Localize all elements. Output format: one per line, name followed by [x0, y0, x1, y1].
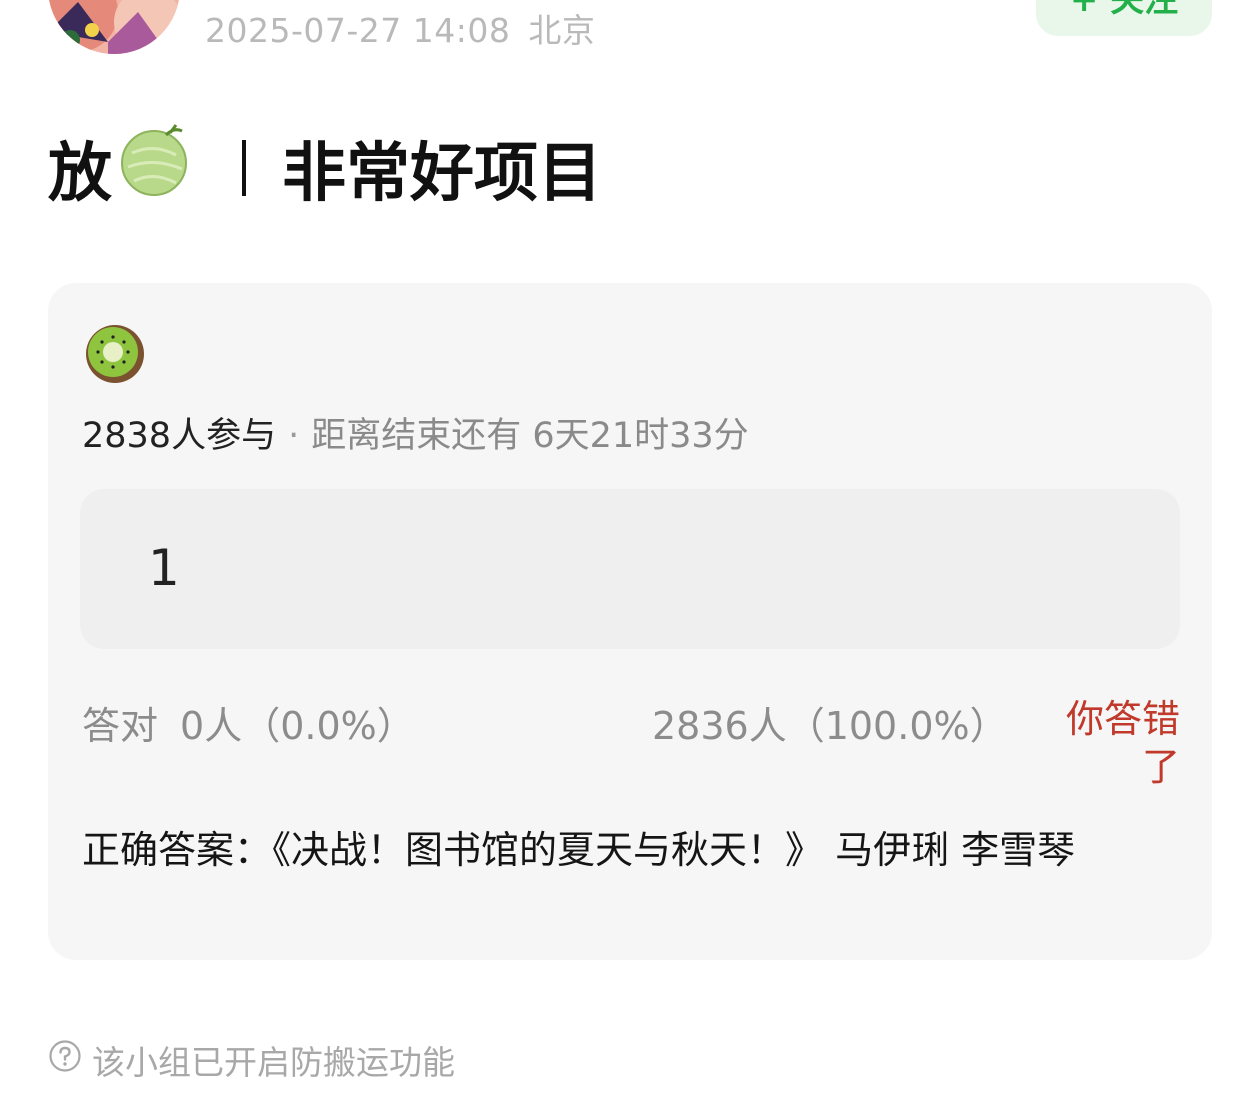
wrong-stat: 2836人（100.0%） [652, 704, 1008, 748]
post-meta: 2025-07-27 14:08 北京 [205, 4, 595, 52]
notice-text: 该小组已开启防搬运功能 [92, 1043, 455, 1082]
user-answer-value: 1 [148, 539, 180, 597]
time-remaining: 距离结束还有 6天21时33分 [311, 416, 749, 456]
separator-dot: · [288, 416, 300, 456]
correct-count: 0人（0.0%） [180, 704, 415, 748]
title-divider [242, 140, 246, 196]
follow-button[interactable]: + 关注 [1036, 0, 1212, 36]
result-message: 你答错了 [1065, 697, 1180, 789]
anti-repost-notice[interactable]: 该小组已开启防搬运功能 [48, 1036, 455, 1084]
correct-stat: 答对 0人（0.0%） [82, 695, 415, 750]
quiz-participants-line: 2838人参与 · 距离结束还有 6天21时33分 [82, 407, 749, 458]
user-answer-box[interactable]: 1 [80, 489, 1180, 649]
avatar-image [48, 0, 180, 54]
help-circle-icon [48, 1039, 82, 1081]
participant-count: 2838人参与 [82, 416, 277, 456]
kiwi-icon [84, 323, 146, 385]
quiz-card: 2838人参与 · 距离结束还有 6天21时33分 1 答对 0人（0.0%） 283… [48, 283, 1212, 960]
correct-answer: 正确答案：《决战！图书馆的夏天与秋天！》 马伊琍 李雪琴 [82, 828, 1076, 872]
post-location: 北京 [528, 11, 596, 50]
title-prefix: 放 [48, 137, 112, 211]
avatar[interactable] [48, 0, 180, 54]
correct-label: 答对 [82, 704, 159, 748]
post-timestamp: 2025-07-27 14:08 [205, 11, 511, 50]
post-title: 放 非常好项目 [48, 123, 602, 213]
melon-icon [118, 123, 192, 213]
title-text: 非常好项目 [282, 137, 602, 211]
